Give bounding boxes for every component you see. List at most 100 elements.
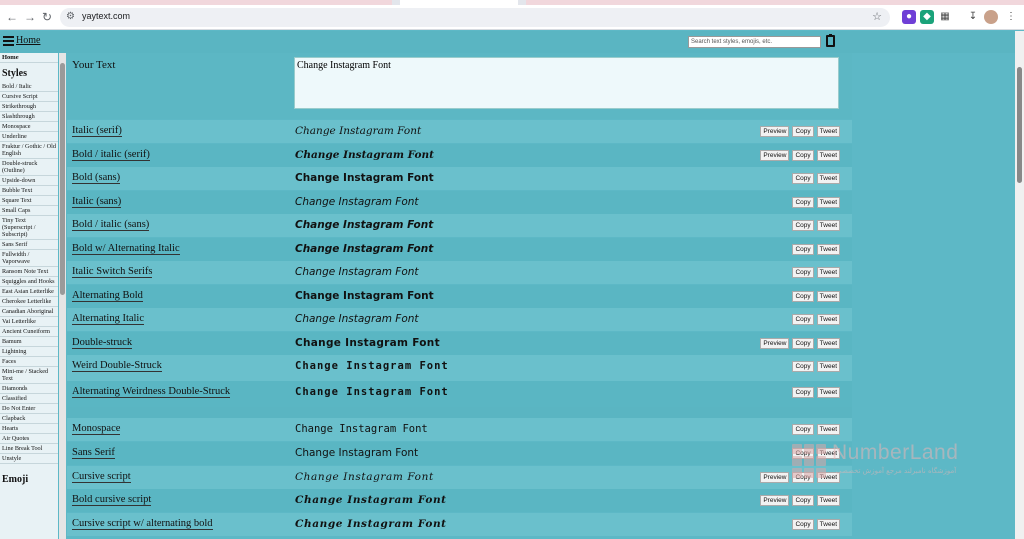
style-name-link[interactable]: Italic (serif) (72, 125, 122, 137)
style-name-link[interactable]: Alternating Bold (72, 290, 143, 302)
tweet-button[interactable]: Tweet (816, 291, 840, 302)
sidebar-item[interactable]: Sans Serif (0, 240, 58, 250)
menu-kebab-icon[interactable]: ⋮ (1004, 10, 1018, 24)
search-input[interactable]: Search text styles, emojis, etc. (688, 36, 821, 48)
style-name-link[interactable]: Italic Switch Serifs (72, 266, 153, 278)
copy-button[interactable]: Copy (792, 291, 814, 302)
bookmark-star-icon[interactable]: ☆ (872, 10, 882, 23)
sidebar-scroll-thumb[interactable] (60, 63, 65, 295)
sidebar-item[interactable]: Bubble Text (0, 186, 58, 196)
tweet-button[interactable]: Tweet (816, 220, 840, 231)
copy-button[interactable]: Copy (792, 314, 814, 325)
tweet-button[interactable]: Tweet (816, 267, 840, 278)
download-icon[interactable]: ↧ (966, 10, 980, 24)
tweet-button[interactable]: Tweet (816, 424, 840, 435)
preview-button[interactable]: Preview (760, 338, 790, 349)
sidebar-item[interactable]: Canadian Aboriginal (0, 307, 58, 317)
sidebar-item[interactable]: Unstyle (0, 454, 58, 464)
tweet-button[interactable]: Tweet (816, 387, 840, 398)
sidebar-item-home[interactable]: Home (0, 53, 58, 63)
sidebar-item[interactable]: Slashthrough (0, 112, 58, 122)
style-name-link[interactable]: Alternating Weirdness Double-Struck (72, 386, 231, 398)
sidebar-item[interactable]: Fraktur / Gothic / Old English (0, 142, 58, 159)
forward-icon[interactable]: → (24, 10, 36, 24)
style-name-link[interactable]: Cursive script w/ alternating bold (72, 518, 213, 530)
clipboard-icon[interactable] (826, 34, 835, 47)
copy-button[interactable]: Copy (792, 173, 814, 184)
tweet-button[interactable]: Tweet (816, 338, 840, 349)
back-icon[interactable]: ← (6, 10, 18, 24)
sidebar-item[interactable]: Cursive Script (0, 92, 58, 102)
sidebar-item[interactable]: Squiggles and Hooks (0, 277, 58, 287)
profile-avatar[interactable] (984, 10, 998, 24)
sidebar-item[interactable]: Classified (0, 394, 58, 404)
tweet-button[interactable]: Tweet (816, 519, 840, 530)
copy-button[interactable]: Copy (792, 338, 814, 349)
sidebar-item[interactable]: Upside-down (0, 176, 58, 186)
style-name-link[interactable]: Bold (sans) (72, 172, 121, 184)
style-name-link[interactable]: Weird Double-Struck (72, 360, 162, 372)
sidebar-item[interactable]: Do Not Enter (0, 404, 58, 414)
home-link[interactable]: Home (16, 35, 40, 46)
sidebar-item[interactable]: East Asian Letterlike (0, 287, 58, 297)
sidebar-item[interactable]: Bold / Italic (0, 82, 58, 92)
tweet-button[interactable]: Tweet (816, 244, 840, 255)
style-name-link[interactable]: Sans Serif (72, 447, 115, 459)
sidebar-item[interactable]: Line Break Tool (0, 444, 58, 454)
copy-button[interactable]: Copy (792, 519, 814, 530)
sidebar-item[interactable]: Cherokee Letterlike (0, 297, 58, 307)
style-name-link[interactable]: Bold w/ Alternating Italic (72, 243, 180, 255)
sidebar-scrollbar[interactable] (59, 53, 66, 539)
style-name-link[interactable]: Bold / italic (serif) (72, 149, 150, 161)
sidebar-item[interactable]: Air Quotes (0, 434, 58, 444)
copy-button[interactable]: Copy (792, 424, 814, 435)
sidebar-item[interactable]: Small Caps (0, 206, 58, 216)
tweet-button[interactable]: Tweet (816, 197, 840, 208)
copy-button[interactable]: Copy (792, 220, 814, 231)
style-name-link[interactable]: Italic (sans) (72, 196, 122, 208)
sidebar-item[interactable]: Mini-me / Stacked Text (0, 367, 58, 384)
tweet-button[interactable]: Tweet (816, 495, 840, 506)
sidebar-item[interactable]: Hearts (0, 424, 58, 434)
sidebar-item[interactable]: Square Text (0, 196, 58, 206)
tweet-button[interactable]: Tweet (816, 126, 840, 137)
sidebar-item[interactable]: Ransom Note Text (0, 267, 58, 277)
sidebar-item[interactable]: Diamonds (0, 384, 58, 394)
sidebar-item[interactable]: Strikethrough (0, 102, 58, 112)
reload-icon[interactable]: ↻ (42, 10, 52, 24)
preview-button[interactable]: Preview (760, 126, 790, 137)
tweet-button[interactable]: Tweet (816, 150, 840, 161)
tweet-button[interactable]: Tweet (816, 314, 840, 325)
copy-button[interactable]: Copy (792, 267, 814, 278)
preview-button[interactable]: Preview (760, 150, 790, 161)
site-settings-icon[interactable]: ⚙ (66, 11, 75, 22)
style-name-link[interactable]: Alternating Italic (72, 313, 145, 325)
your-text-input[interactable]: Change Instagram Font (294, 57, 839, 109)
copy-button[interactable]: Copy (792, 244, 814, 255)
copy-button[interactable]: Copy (792, 361, 814, 372)
copy-button[interactable]: Copy (792, 150, 814, 161)
preview-button[interactable]: Preview (760, 472, 790, 483)
extension-icon[interactable]: ● (902, 10, 916, 24)
style-name-link[interactable]: Bold cursive script (72, 494, 152, 506)
style-name-link[interactable]: Cursive script (72, 471, 131, 483)
sidebar-item[interactable]: Vai Letterlike (0, 317, 58, 327)
shield-icon[interactable]: ◆ (920, 10, 934, 24)
sidebar-item[interactable]: Bamum (0, 337, 58, 347)
sidebar-item[interactable]: Faces (0, 357, 58, 367)
sidebar-item[interactable]: Clapback (0, 414, 58, 424)
sidebar-item[interactable]: Ancient Cuneiform (0, 327, 58, 337)
copy-button[interactable]: Copy (792, 126, 814, 137)
page-scrollbar[interactable] (1015, 31, 1024, 539)
copy-button[interactable]: Copy (792, 197, 814, 208)
tweet-button[interactable]: Tweet (816, 173, 840, 184)
hamburger-menu-icon[interactable] (3, 36, 14, 46)
url-text[interactable]: yaytext.com (82, 11, 130, 21)
style-name-link[interactable]: Double-struck (72, 337, 133, 349)
puzzle-extensions-icon[interactable]: ▦ (938, 10, 952, 24)
copy-button[interactable]: Copy (792, 387, 814, 398)
address-bar[interactable]: ⚙ yaytext.com ☆ (60, 8, 890, 27)
sidebar-item[interactable]: Fullwidth / Vaporwave (0, 250, 58, 267)
style-name-link[interactable]: Monospace (72, 423, 121, 435)
style-name-link[interactable]: Bold / italic (sans) (72, 219, 150, 231)
